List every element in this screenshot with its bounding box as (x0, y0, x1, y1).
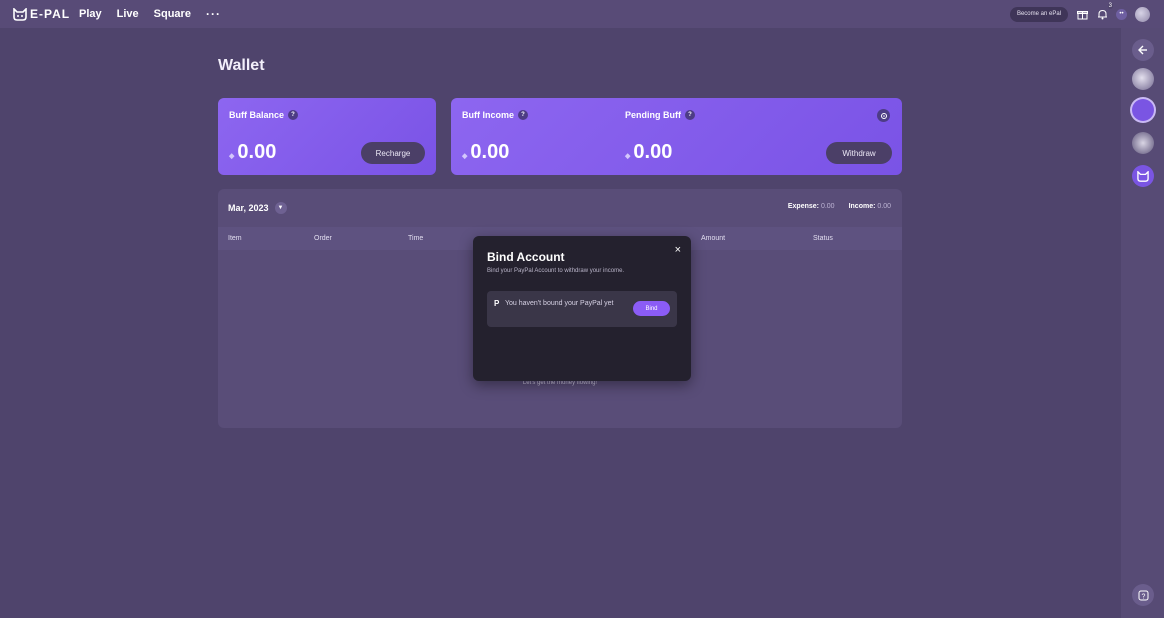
coin-icon: ◆ (462, 153, 468, 160)
rail-avatar-2[interactable] (1132, 99, 1154, 121)
rail-avatar-3[interactable] (1132, 132, 1154, 154)
expense-value: 0.00 (820, 203, 835, 210)
buff-income-label: Buff Income (462, 110, 515, 120)
buff-balance-amount-group: ◆ 0.00 (229, 141, 276, 164)
bell-icon[interactable]: 3 (1096, 3, 1113, 20)
buff-balance-label: Buff Balance (229, 110, 285, 120)
column-status: Status (813, 235, 833, 242)
settings-icon[interactable] (877, 109, 890, 122)
column-item: Item (228, 235, 242, 242)
messages-icon[interactable]: •• (1116, 8, 1127, 20)
rail-avatar-1[interactable] (1132, 68, 1154, 90)
pending-buff-label: Pending Buff (625, 110, 681, 120)
recharge-button[interactable]: Recharge (361, 142, 425, 164)
help-question-icon[interactable]: ? (685, 110, 695, 120)
nav-play[interactable]: Play (79, 8, 102, 20)
help-question-icon[interactable]: ? (518, 110, 529, 120)
svg-text:?: ? (1141, 593, 1145, 600)
pending-buff-label-group: Pending Buff ? (625, 110, 695, 120)
month-summary: Expense: 0.00 Income: 0.00 (788, 203, 891, 210)
coin-icon: ◆ (625, 153, 631, 160)
buff-income-label-group: Buff Income ? (462, 110, 529, 120)
top-bar: E-PAL Play Live Square ··· Become an ePa… (0, 0, 1164, 28)
page-title: Wallet (218, 57, 265, 74)
paypal-bind-row: P You haven't bound your PayPal yet Bind (487, 291, 677, 327)
header-tools: Become an ePal 3 •• (1009, 0, 1150, 28)
coin-icon: ◆ (229, 153, 235, 160)
logo[interactable]: E-PAL (13, 7, 70, 21)
help-question-icon[interactable]: ? (288, 110, 299, 120)
paypal-status-text: You haven't bound your PayPal yet (505, 300, 614, 307)
expense-summary: Expense: 0.00 (788, 203, 835, 210)
nav-square[interactable]: Square (154, 8, 191, 20)
bind-button[interactable]: Bind (633, 301, 670, 316)
column-order: Order (314, 235, 332, 242)
buff-balance-card: Buff Balance ? ◆ 0.00 Recharge (218, 98, 436, 175)
user-avatar[interactable] (1135, 6, 1150, 22)
close-icon[interactable]: × (675, 244, 681, 256)
rail-cat-icon[interactable] (1132, 165, 1154, 187)
column-amount: Amount (701, 235, 726, 242)
income-value: 0.00 (877, 203, 891, 210)
notification-badge: 3 (1107, 3, 1113, 9)
logo-text: E-PAL (30, 7, 71, 21)
cat-logo-icon (13, 7, 27, 21)
column-time: Time (408, 235, 424, 242)
gift-icon[interactable] (1076, 8, 1088, 20)
buff-balance-label-group: Buff Balance ? (229, 110, 299, 120)
nav-live[interactable]: Live (117, 8, 139, 20)
pending-buff-amount-group: ◆ 0.00 (625, 141, 672, 164)
buff-income-amount-group: ◆ 0.00 (462, 141, 509, 164)
month-label: Mar, 2023 (228, 203, 269, 213)
income-label: Income: (848, 203, 876, 210)
paypal-icon: P (494, 299, 500, 308)
withdraw-button[interactable]: Withdraw (826, 142, 892, 164)
back-arrow-icon[interactable] (1132, 39, 1154, 61)
modal-title: Bind Account (487, 250, 565, 264)
nav-more-button[interactable]: ··· (206, 7, 221, 21)
buff-income-amount: 0.00 (470, 141, 510, 163)
buff-balance-amount: 0.00 (237, 141, 277, 163)
help-icon[interactable]: ? (1132, 584, 1154, 606)
month-selector[interactable]: Mar, 2023 ▼ (228, 202, 287, 214)
chevron-down-icon[interactable]: ▼ (274, 202, 287, 214)
become-epal-button[interactable]: Become an ePal (1009, 6, 1068, 22)
right-rail: ? (1121, 28, 1164, 618)
expense-label: Expense: (787, 203, 819, 210)
modal-subtitle: Bind your PayPal Account to withdraw you… (487, 268, 625, 274)
income-summary: Income: 0.00 (849, 203, 891, 210)
main-nav: Play Live Square ··· (79, 0, 221, 28)
buff-income-card: Buff Income ? ◆ 0.00 Pending Buff ? ◆ 0.… (451, 98, 902, 175)
bind-account-modal: Bind Account × Bind your PayPal Account … (473, 236, 691, 381)
pending-buff-amount: 0.00 (633, 141, 673, 163)
